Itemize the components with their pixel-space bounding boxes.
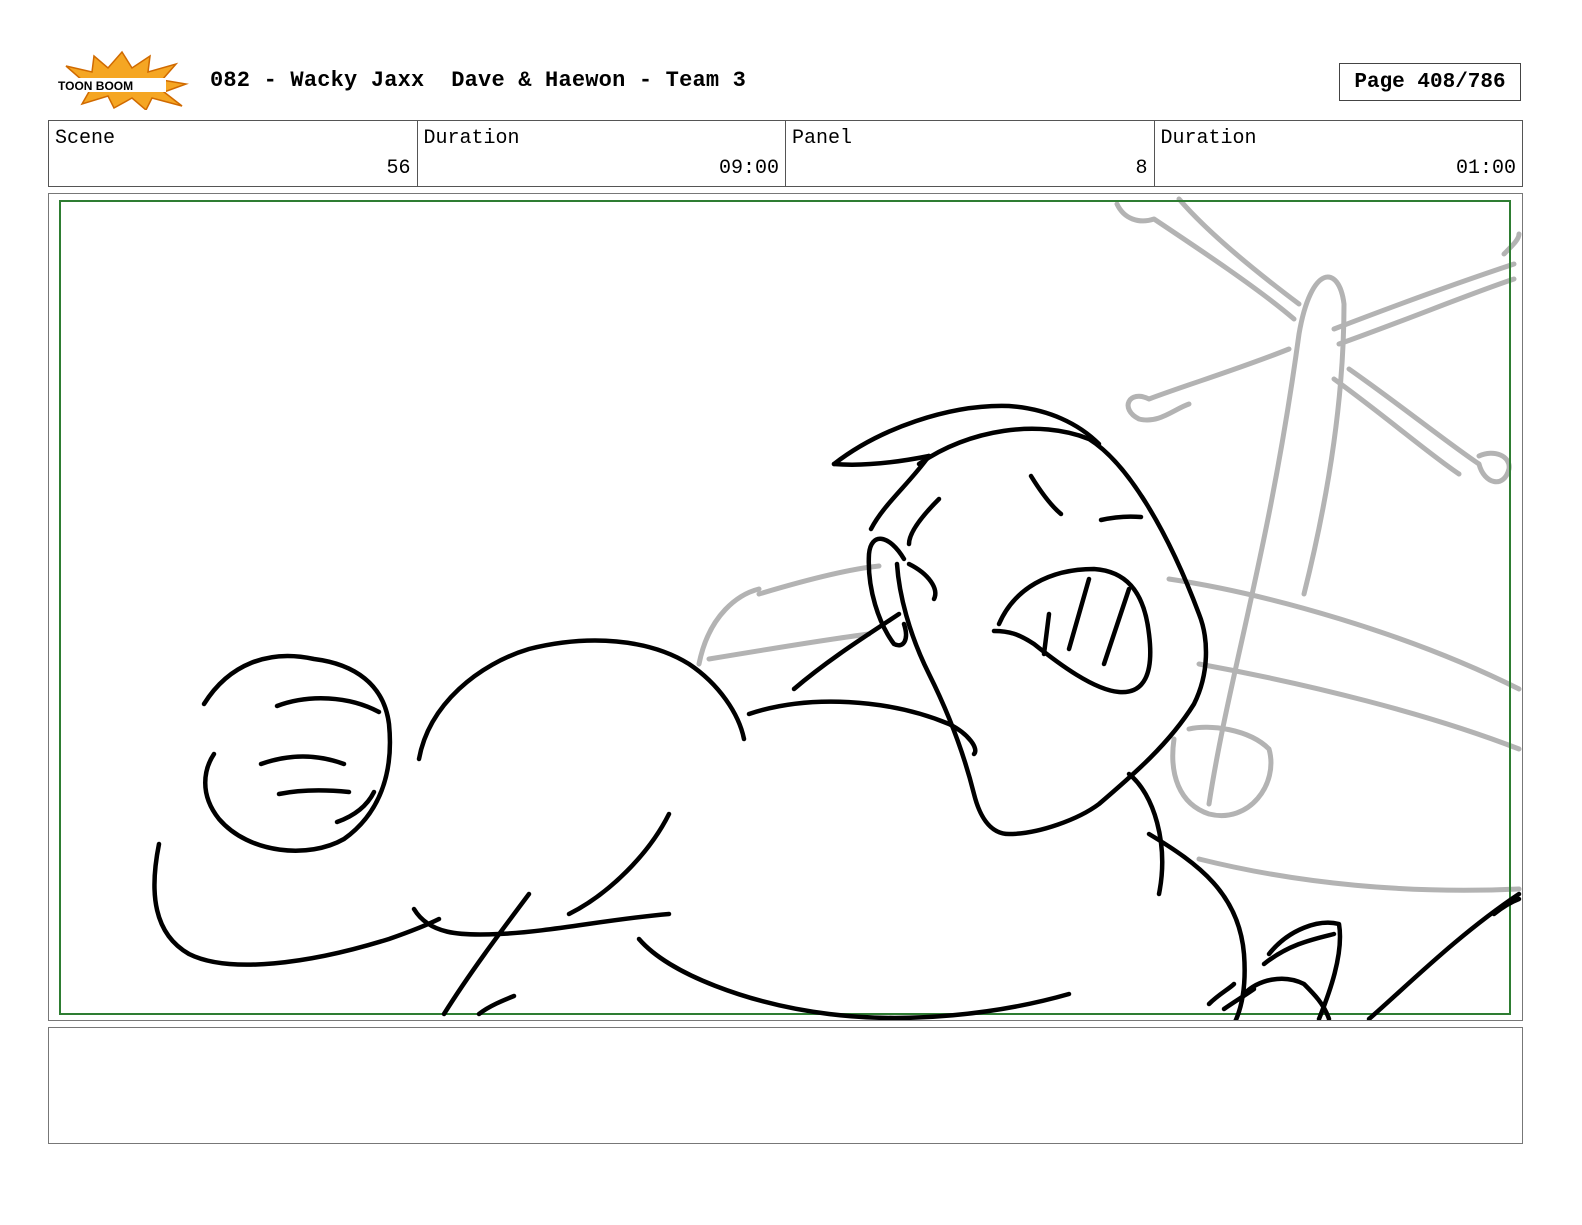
character-sketch — [152, 403, 1522, 1020]
panel-notes-box[interactable] — [48, 1027, 1523, 1144]
panel-info-row: Scene 56 Duration 09:00 Panel 8 Duration… — [48, 120, 1523, 187]
logo-text: TOON BOOM — [58, 79, 133, 93]
page-number: Page 408/786 — [1339, 63, 1521, 101]
background-sketch — [696, 196, 1522, 893]
panel-sketch — [59, 196, 1522, 1020]
panel-duration-label: Duration — [1160, 127, 1257, 150]
panel-label: Panel — [792, 127, 853, 150]
scene-duration-label: Duration — [423, 127, 520, 150]
toon-boom-logo: TOON BOOM — [52, 50, 190, 112]
panel-duration-cell: Duration 01:00 — [1155, 121, 1523, 186]
storyboard-panel — [48, 193, 1523, 1021]
scene-label: Scene — [55, 127, 116, 150]
panel-cell: Panel 8 — [786, 121, 1155, 186]
panel-value: 8 — [1135, 157, 1148, 180]
storyboard-title: 082 - Wacky Jaxx Dave & Haewon - Team 3 — [210, 68, 747, 93]
scene-duration-cell: Duration 09:00 — [418, 121, 786, 186]
scene-duration-value: 09:00 — [718, 157, 779, 180]
scene-value: 56 — [386, 157, 411, 180]
panel-duration-value: 01:00 — [1455, 157, 1516, 180]
scene-cell: Scene 56 — [49, 121, 418, 186]
